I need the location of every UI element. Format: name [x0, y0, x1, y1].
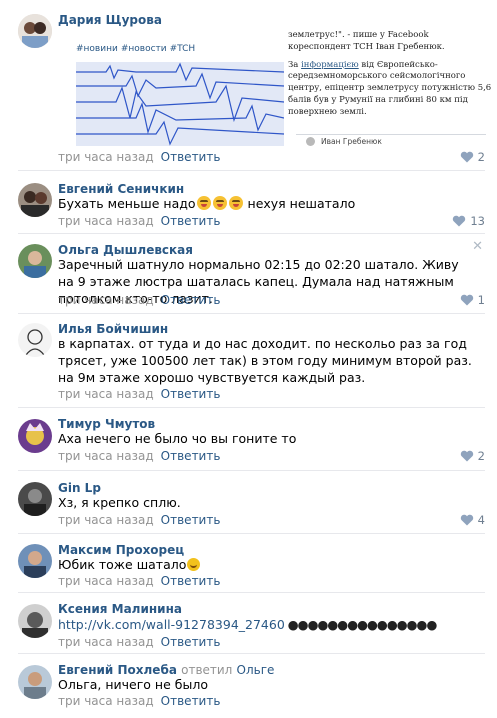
- reply-button[interactable]: Ответить: [161, 574, 221, 588]
- avatar[interactable]: [18, 323, 52, 357]
- comment-time[interactable]: три часа назад: [58, 574, 154, 588]
- reply-button[interactable]: Ответить: [161, 513, 221, 527]
- heart-icon: [460, 514, 474, 526]
- comment-time[interactable]: три часа назад: [58, 513, 154, 527]
- comment-time[interactable]: три часа назад: [58, 694, 154, 708]
- reply-button[interactable]: Ответить: [161, 150, 221, 164]
- avatar[interactable]: [18, 604, 52, 638]
- comment-text: Ольга, ничего не было: [58, 677, 208, 692]
- emoji-icon: [228, 196, 243, 210]
- comment-author[interactable]: Максим Прохорец: [58, 543, 184, 557]
- comment-meta: три часа назад Ответить: [58, 150, 220, 164]
- article-paragraph: землетрус!". - пише у Facebook кореспонд…: [288, 30, 445, 52]
- comment-text: Аха нечего не было чо вы гоните то: [58, 431, 297, 446]
- comment: Ксения Малинина http://vk.com/wall-91278…: [18, 593, 485, 654]
- comment-time[interactable]: три часа назад: [58, 387, 154, 401]
- like-count: 13: [470, 214, 485, 228]
- article-excerpt: землетрус!". - пише у Facebook кореспонд…: [288, 30, 493, 125]
- comment-meta: три часа назад Ответить: [58, 449, 220, 463]
- article-link[interactable]: інформацією: [301, 60, 359, 70]
- comment-time[interactable]: три часа назад: [58, 293, 154, 307]
- comment-meta: три часа назад Ответить: [58, 214, 220, 228]
- comment: Евгений Сеничкин Бухать меньше надо неху…: [18, 171, 485, 234]
- avatar[interactable]: [18, 244, 52, 278]
- comment-author[interactable]: Gin Lp: [58, 481, 101, 495]
- avatar[interactable]: [18, 183, 52, 217]
- like-count: 1: [477, 293, 485, 307]
- comment-author[interactable]: Евгений Сеничкин: [58, 182, 184, 196]
- comment-meta: три часа назад Ответить: [58, 694, 220, 708]
- smile-emoji-icon: [187, 558, 201, 571]
- comment-time[interactable]: три часа назад: [58, 150, 154, 164]
- avatar[interactable]: [18, 544, 52, 578]
- comment-meta: три часа назад Ответить: [58, 513, 220, 527]
- hashtag-list: #новини #новости #TCH: [76, 44, 198, 54]
- reply-to-link[interactable]: Ольге: [237, 663, 275, 677]
- like-button[interactable]: 1: [460, 293, 485, 307]
- comment-first-post: Дария Щурова #новини #новости #TCH землетр…: [18, 0, 491, 171]
- reply-button[interactable]: Ответить: [161, 449, 221, 463]
- comment-author[interactable]: Дария Щурова: [58, 13, 162, 27]
- hashtag[interactable]: #новини: [76, 44, 118, 54]
- avatar[interactable]: [18, 14, 52, 48]
- reply-button[interactable]: Ответить: [161, 293, 221, 307]
- like-button[interactable]: 2: [460, 449, 485, 463]
- like-count: 4: [477, 513, 485, 527]
- comment-author[interactable]: Тимур Чмутов: [58, 417, 155, 431]
- reply-button[interactable]: Ответить: [161, 635, 221, 649]
- comment: Максим Прохорец Юбик тоже шатало три час…: [18, 534, 485, 593]
- like-button[interactable]: 4: [460, 513, 485, 527]
- reply-button[interactable]: Ответить: [161, 214, 221, 228]
- comment: Евгений Похлеба ответил Ольге Ольга, нич…: [18, 654, 485, 716]
- heart-icon: [452, 215, 466, 227]
- heart-icon: [460, 294, 474, 306]
- embedded-card[interactable]: Иван Гребенюк: [296, 134, 486, 149]
- comment-author[interactable]: Евгений Похлеба ответил Ольге: [58, 663, 274, 677]
- comment-time[interactable]: три часа назад: [58, 214, 154, 228]
- heart-icon: [460, 151, 474, 163]
- reply-button[interactable]: Ответить: [161, 387, 221, 401]
- hashtag[interactable]: #TCH: [170, 44, 196, 54]
- comment-text: в карпатах. от туда и до нас доходит. по…: [58, 336, 472, 385]
- like-button[interactable]: 2: [460, 150, 485, 164]
- comment-author[interactable]: Ксения Малинина: [58, 602, 182, 616]
- comment-meta: три часа назад Ответить: [58, 574, 220, 588]
- like-count: 2: [477, 449, 485, 463]
- heart-icon: [460, 450, 474, 462]
- comment: Илья Бойчишин в карпатах. от туда и до н…: [18, 314, 485, 408]
- comment-meta: три часа назад Ответить: [58, 635, 220, 649]
- comment-time[interactable]: три часа назад: [58, 449, 154, 463]
- comment: Gin Lp Хз, я крепко сплю. три часа назад…: [18, 471, 485, 534]
- like-button[interactable]: 13: [452, 214, 485, 228]
- comment-text: http://vk.com/wall-91278394_27460 ●●●●●●…: [58, 617, 437, 632]
- comment-link[interactable]: http://vk.com/wall-91278394_27460: [58, 617, 285, 632]
- avatar[interactable]: [18, 665, 52, 699]
- article-paragraph: За інформацією від Європейсько-середземн…: [288, 59, 492, 117]
- comment-text: Хз, я крепко сплю.: [58, 495, 181, 510]
- comment-text: Юбик тоже шатало: [58, 556, 475, 573]
- like-count: 2: [477, 150, 485, 164]
- comment-author[interactable]: Илья Бойчишин: [58, 322, 168, 336]
- comment-meta: три часа назад Ответить: [58, 387, 220, 401]
- emoji-icon: [196, 196, 211, 210]
- avatar[interactable]: [18, 482, 52, 516]
- hashtag[interactable]: #новости: [121, 44, 167, 54]
- comment-author[interactable]: Ольга Дышлевская: [58, 243, 193, 257]
- reply-word: ответил: [181, 663, 233, 677]
- comment-meta: три часа назад Ответить: [58, 293, 220, 307]
- comment-time[interactable]: три часа назад: [58, 635, 154, 649]
- avatar: [306, 137, 315, 146]
- reply-button[interactable]: Ответить: [161, 694, 221, 708]
- emoji-icon: [212, 196, 227, 210]
- comment-text: Бухать меньше надо нехуя нешатало: [58, 196, 356, 211]
- close-icon[interactable]: ✕: [472, 239, 483, 254]
- comment: ✕ Ольга Дышлевская Заречный шатнуло норм…: [18, 234, 485, 314]
- card-name: Иван Гребенюк: [321, 137, 382, 146]
- seismograph-image[interactable]: [76, 62, 284, 146]
- avatar[interactable]: [18, 419, 52, 453]
- comment: Тимур Чмутов Аха нечего не было чо вы го…: [18, 408, 485, 471]
